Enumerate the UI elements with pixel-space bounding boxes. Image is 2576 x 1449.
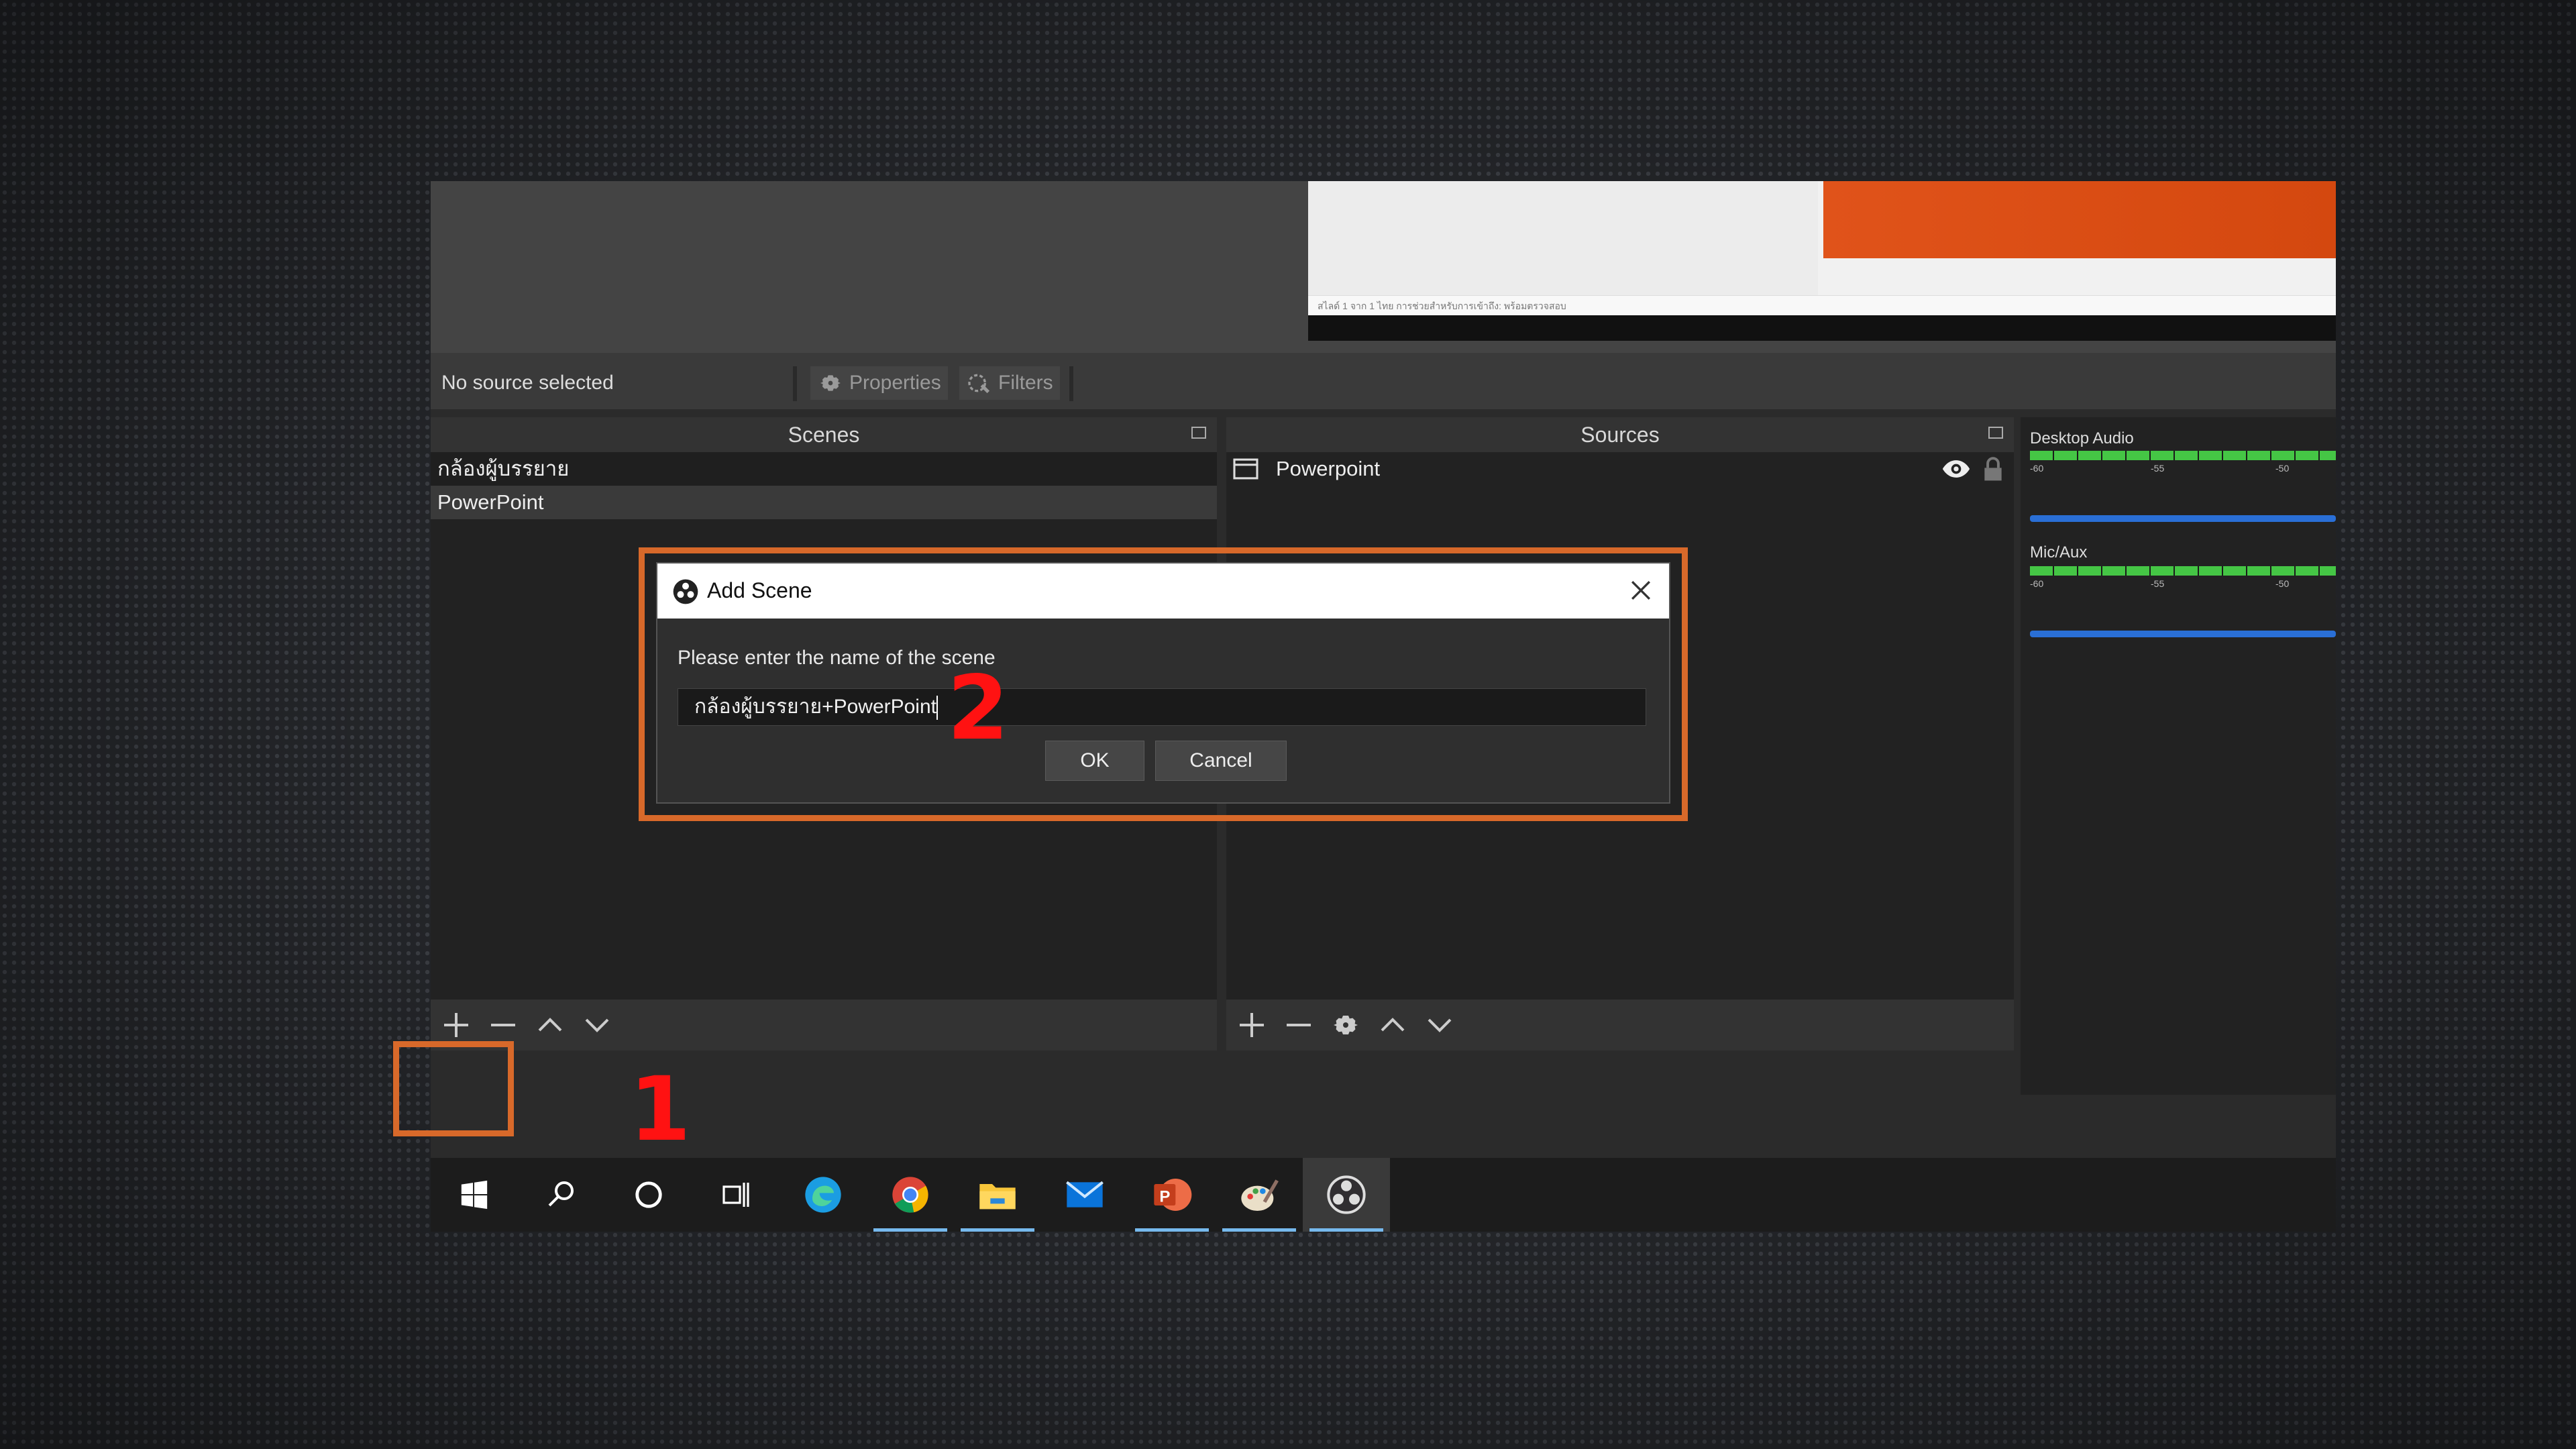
running-indicator bbox=[873, 1228, 947, 1232]
slide-status-bar: สไลด์ 1 จาก 1 ไทย การช่วยสำหรับการเข้าถึ… bbox=[1308, 295, 2336, 315]
chevron-down-icon bbox=[585, 1018, 609, 1032]
obs-icon[interactable] bbox=[1303, 1158, 1390, 1232]
task-view-icon[interactable] bbox=[692, 1158, 780, 1232]
running-indicator bbox=[1309, 1228, 1383, 1232]
minus-icon bbox=[491, 1024, 515, 1026]
desktop-audio-ticks: -60 -55 -50 bbox=[2030, 463, 2336, 475]
chevron-down-icon bbox=[1428, 1018, 1452, 1032]
scene-item[interactable]: PowerPoint bbox=[431, 486, 1217, 519]
scene-name-value: กล้องผู้บรรยาย+PowerPoint bbox=[694, 696, 936, 718]
preview-area: สไลด์ 1 จาก 1 ไทย การช่วยสำหรับการเข้าถึ… bbox=[431, 181, 2336, 353]
chevron-up-icon bbox=[1381, 1018, 1405, 1032]
gear-icon bbox=[820, 375, 841, 391]
tick-label: -55 bbox=[2151, 578, 2165, 589]
dialog-title: Add Scene bbox=[707, 578, 812, 602]
undock-icon[interactable] bbox=[1988, 427, 2003, 439]
tick-label: -60 bbox=[2030, 463, 2044, 474]
source-toolbar: No source selected Properties Filters bbox=[431, 353, 2336, 409]
remove-scene-button[interactable] bbox=[484, 1006, 522, 1044]
plus-icon bbox=[1240, 1013, 1264, 1037]
text-caret bbox=[936, 696, 938, 720]
tick-label: -50 bbox=[2275, 463, 2290, 474]
filters-icon bbox=[968, 374, 990, 394]
desktop-audio-volume-slider[interactable] bbox=[2030, 515, 2336, 522]
move-source-down-button[interactable] bbox=[1421, 1006, 1458, 1044]
source-properties-button[interactable] bbox=[1327, 1006, 1364, 1044]
svg-text:P: P bbox=[1159, 1188, 1170, 1206]
eye-icon[interactable] bbox=[1941, 459, 1971, 479]
ok-button[interactable]: OK bbox=[1045, 741, 1144, 781]
undock-icon[interactable] bbox=[1191, 427, 1206, 439]
tick-label: -55 bbox=[2151, 463, 2165, 474]
desktop-audio-meter bbox=[2030, 451, 2336, 460]
edge-icon[interactable] bbox=[780, 1158, 867, 1232]
properties-button[interactable]: Properties bbox=[810, 366, 948, 400]
add-scene-button[interactable] bbox=[437, 1006, 475, 1044]
cancel-button[interactable]: Cancel bbox=[1155, 741, 1287, 781]
dialog-titlebar: Add Scene bbox=[657, 564, 1669, 619]
tick-label: -60 bbox=[2030, 578, 2044, 589]
search-icon[interactable] bbox=[518, 1158, 605, 1232]
obs-logo-icon bbox=[673, 579, 698, 604]
source-item[interactable]: Powerpoint bbox=[1226, 452, 2014, 486]
slide-orange-banner bbox=[1823, 181, 2336, 258]
scenes-footer bbox=[431, 1000, 1217, 1051]
sources-header: Sources bbox=[1226, 417, 2014, 452]
chrome-icon[interactable] bbox=[867, 1158, 954, 1232]
move-source-up-button[interactable] bbox=[1374, 1006, 1411, 1044]
paint-icon[interactable] bbox=[1216, 1158, 1303, 1232]
desktop-audio-label: Desktop Audio bbox=[2030, 429, 2134, 447]
windows-taskbar: P bbox=[431, 1158, 2336, 1232]
window-capture-icon bbox=[1233, 458, 1258, 480]
add-button-callout-box bbox=[393, 1041, 514, 1136]
mic-aux-meter bbox=[2030, 566, 2336, 576]
powerpoint-preview: สไลด์ 1 จาก 1 ไทย การช่วยสำหรับการเข้าถึ… bbox=[1308, 181, 2336, 341]
add-scene-dialog: Add Scene Please enter the name of the s… bbox=[656, 562, 1670, 804]
running-indicator bbox=[1222, 1228, 1296, 1232]
source-name: Powerpoint bbox=[1276, 457, 1381, 480]
filters-label: Filters bbox=[998, 372, 1053, 394]
filters-button[interactable]: Filters bbox=[959, 366, 1060, 400]
toolbar-separator bbox=[1069, 366, 1073, 401]
file-explorer-icon[interactable] bbox=[954, 1158, 1041, 1232]
scene-item[interactable]: กล้องผู้บรรยาย bbox=[431, 452, 1217, 486]
step-number-1: 1 bbox=[629, 1058, 691, 1161]
properties-label: Properties bbox=[849, 372, 941, 394]
tick-label: -50 bbox=[2275, 578, 2290, 589]
add-source-button[interactable] bbox=[1233, 1006, 1271, 1044]
chevron-up-icon bbox=[538, 1018, 562, 1032]
slide-black-strip bbox=[1308, 315, 2336, 341]
plus-icon bbox=[444, 1013, 468, 1037]
windows-start-icon[interactable] bbox=[431, 1158, 518, 1232]
sources-title: Sources bbox=[1580, 423, 1660, 447]
mic-aux-label: Mic/Aux bbox=[2030, 543, 2088, 561]
audio-mixer: Desktop Audio -60 -55 -50 Mic/Aux -60 -5… bbox=[2021, 417, 2336, 1095]
cortana-icon[interactable] bbox=[605, 1158, 692, 1232]
toolbar-separator bbox=[793, 366, 797, 401]
running-indicator bbox=[961, 1228, 1034, 1232]
close-icon[interactable] bbox=[1626, 576, 1656, 605]
step-number-2: 2 bbox=[947, 657, 1009, 760]
powerpoint-icon[interactable]: P bbox=[1128, 1158, 1216, 1232]
scene-name-input[interactable]: กล้องผู้บรรยาย+PowerPoint bbox=[678, 688, 1646, 726]
scenes-title: Scenes bbox=[788, 423, 860, 447]
remove-source-button[interactable] bbox=[1280, 1006, 1318, 1044]
sources-footer bbox=[1226, 1000, 2014, 1051]
slide-white-area bbox=[1308, 181, 1818, 295]
mic-aux-ticks: -60 -55 -50 bbox=[2030, 578, 2336, 590]
scenes-header: Scenes bbox=[431, 417, 1217, 452]
move-scene-up-button[interactable] bbox=[531, 1006, 569, 1044]
mail-icon[interactable] bbox=[1041, 1158, 1128, 1232]
minus-icon bbox=[1287, 1024, 1311, 1026]
move-scene-down-button[interactable] bbox=[578, 1006, 616, 1044]
mic-aux-volume-slider[interactable] bbox=[2030, 631, 2336, 637]
gear-icon bbox=[1334, 1016, 1358, 1034]
no-source-label: No source selected bbox=[441, 372, 614, 394]
lock-icon[interactable] bbox=[1982, 456, 2004, 482]
running-indicator bbox=[1135, 1228, 1209, 1232]
